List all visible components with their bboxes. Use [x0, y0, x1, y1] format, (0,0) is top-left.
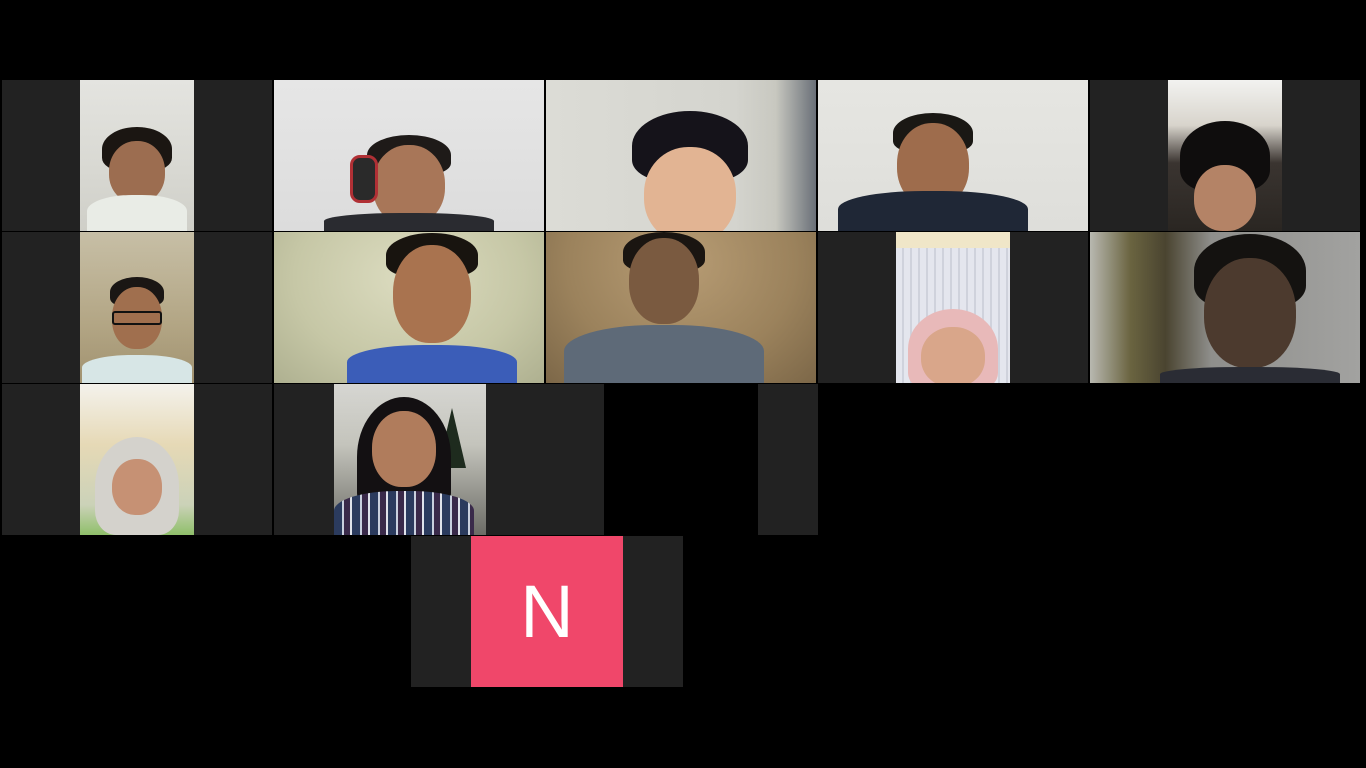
participant-tile-11[interactable]	[2, 384, 272, 535]
participant-video-4	[818, 80, 1088, 231]
participant-video-3	[546, 80, 816, 231]
participant-tile-9[interactable]	[818, 232, 1088, 383]
participant-tile-2[interactable]	[274, 80, 544, 231]
participant-tile-12[interactable]	[274, 384, 604, 535]
participant-video-12	[334, 384, 486, 535]
participant-video-11	[80, 384, 194, 535]
participant-tile-10[interactable]	[1090, 232, 1360, 383]
participant-tile-6[interactable]	[2, 232, 272, 383]
participant-video-7	[274, 232, 544, 383]
participant-tile-4[interactable]	[818, 80, 1088, 231]
participant-video-2	[274, 80, 544, 231]
participant-video-8	[546, 232, 816, 383]
participant-video-9	[896, 232, 1010, 383]
participant-tile-7[interactable]	[274, 232, 544, 383]
avatar-initial: N	[520, 570, 574, 653]
participant-tile-5[interactable]	[1090, 80, 1360, 231]
participant-video-10	[1090, 232, 1360, 383]
participant-tile-13[interactable]	[606, 384, 758, 535]
participant-video-1	[80, 80, 194, 231]
participant-video-5	[1168, 80, 1282, 231]
gallery-view: N	[0, 0, 1366, 768]
participant-avatar: N	[471, 536, 623, 687]
participant-tile-3[interactable]	[546, 80, 816, 231]
participant-tile-13-frame	[758, 384, 818, 535]
participant-tile-14[interactable]: N	[411, 536, 683, 687]
participant-tile-1[interactable]	[2, 80, 272, 231]
participant-tile-8[interactable]	[546, 232, 816, 383]
participant-video-6	[80, 232, 194, 383]
